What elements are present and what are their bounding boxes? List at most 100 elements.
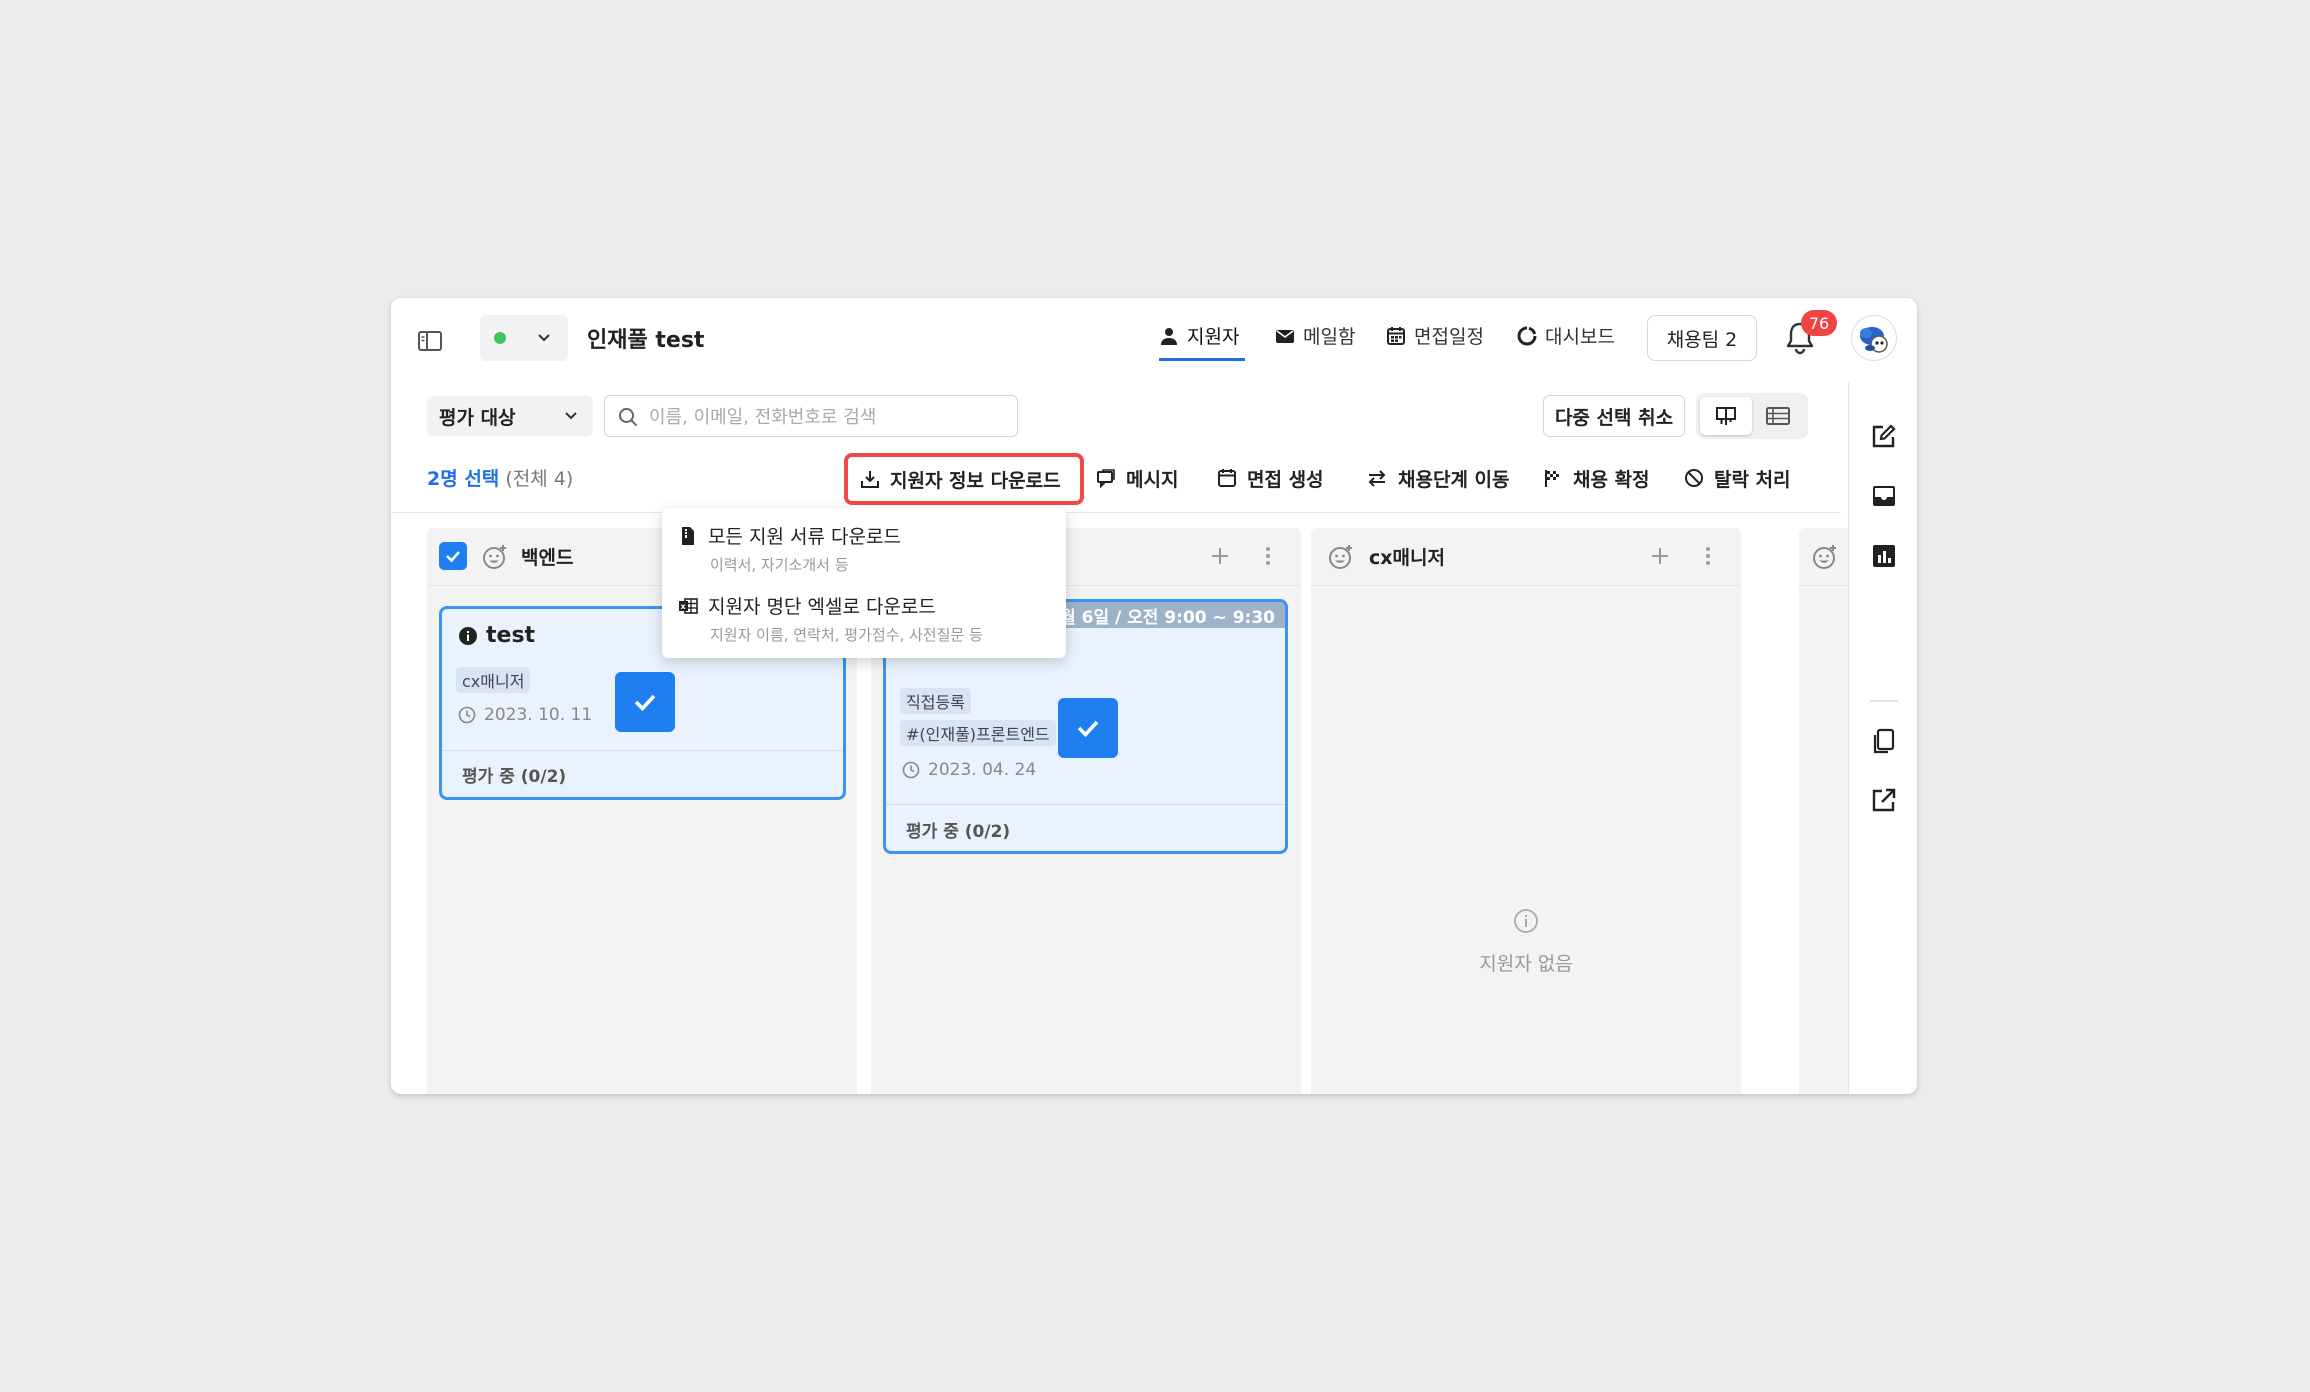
menu-item-title-text: 지원자 명단 엑셀로 다운로드: [708, 596, 936, 618]
inbox-icon[interactable]: [1870, 482, 1898, 510]
edit-icon[interactable]: [1870, 422, 1898, 450]
evaluation-status: 평가 중 (0/2): [886, 804, 1285, 851]
list-view-button[interactable]: [1752, 397, 1804, 435]
check-icon: [446, 551, 460, 563]
search-box: [604, 395, 1018, 437]
menu-item-subtitle: 지원자 이름, 연락처, 평가점수, 사전질문 등: [710, 626, 983, 644]
column-title: cx매니저: [1369, 547, 1445, 569]
rail-divider: [1870, 700, 1898, 702]
chart-icon[interactable]: [1870, 542, 1898, 570]
download-label: 지원자 정보 다운로드: [890, 469, 1061, 492]
mail-icon: [1276, 329, 1294, 343]
flag-icon: [1545, 470, 1559, 487]
card-selected-checkbox[interactable]: [615, 672, 675, 732]
create-interview-button[interactable]: 면접 생성: [1217, 461, 1324, 495]
info-outline-icon: [1311, 908, 1741, 939]
card-selected-checkbox[interactable]: [1058, 698, 1118, 758]
confirm-hire-label: 채용 확정: [1573, 468, 1650, 491]
filter-select[interactable]: 평가 대상: [427, 396, 593, 436]
plus-icon[interactable]: [1207, 543, 1233, 573]
menu-item-download-all-docs[interactable]: 모든 지원 서류 다운로드 이력서, 자기소개서 등: [678, 522, 1058, 574]
drop-label: 탈락 처리: [1714, 468, 1791, 491]
menu-item-title: 모든 지원 서류 다운로드: [678, 522, 901, 549]
list-view-icon: [1766, 407, 1790, 425]
applicant-name: test: [458, 623, 535, 648]
applicant-date: 2023. 04. 24: [902, 760, 1036, 780]
applicant-name-text: test: [486, 623, 536, 648]
external-link-icon[interactable]: [1870, 786, 1898, 814]
message-button[interactable]: 메시지: [1096, 461, 1178, 495]
create-interview-label: 면접 생성: [1247, 468, 1324, 491]
column-header: cx매니저: [1311, 528, 1741, 586]
selection-count: 2명 선택 (전체 4): [427, 464, 573, 491]
move-stage-button[interactable]: 채용단계 이동: [1366, 461, 1510, 495]
board-view-button[interactable]: [1700, 397, 1752, 435]
search-icon: [617, 406, 639, 432]
swap-arrows-icon: [1368, 470, 1386, 487]
sidebar-toggle-icon[interactable]: [417, 328, 443, 354]
clock-icon: [902, 761, 920, 779]
person-icon: [1161, 327, 1177, 345]
filter-value: 평가 대상: [439, 406, 516, 429]
applicant-download-button[interactable]: 지원자 정보 다운로드: [844, 453, 1084, 505]
calendar-icon: [1387, 326, 1405, 345]
calendar-icon: [1218, 469, 1236, 487]
applicant-date-text: 2023. 10. 11: [484, 705, 593, 725]
total-count: (전체 4): [505, 468, 574, 490]
document-icon: [682, 526, 694, 545]
chevron-down-icon: [534, 328, 554, 352]
check-icon: [1077, 720, 1099, 738]
info-icon: [459, 626, 477, 645]
ban-icon: [1685, 469, 1703, 487]
menu-item-title-text: 모든 지원 서류 다운로드: [708, 526, 901, 548]
status-dropdown[interactable]: [480, 315, 568, 361]
move-stage-label: 채용단계 이동: [1398, 468, 1510, 491]
applicant-tag: 직접등록: [900, 688, 971, 714]
column-title: 백엔드: [521, 547, 574, 569]
right-rail: [1848, 382, 1917, 1094]
tab-applicants[interactable]: 지원자: [1159, 322, 1239, 349]
reaction-icon[interactable]: [1327, 543, 1355, 575]
view-toggle: [1696, 393, 1808, 439]
applicant-tag: cx매니저: [456, 667, 531, 693]
drop-button[interactable]: 탈락 처리: [1684, 461, 1791, 495]
tab-mailbox[interactable]: 메일함: [1275, 322, 1355, 349]
tab-dashboard[interactable]: 대시보드: [1517, 322, 1615, 349]
column-select-checkbox[interactable]: [439, 542, 467, 570]
tab-interviews[interactable]: 면접일정: [1386, 322, 1484, 349]
excel-icon: x: [679, 597, 698, 614]
plus-icon[interactable]: [1647, 543, 1673, 573]
empty-state-text: 지원자 없음: [1479, 953, 1573, 975]
applicant-tag: #(인재풀)프론트엔드: [900, 720, 1056, 746]
download-icon: [861, 471, 879, 488]
check-icon: [634, 694, 656, 712]
search-input[interactable]: [649, 404, 999, 430]
applicant-date-text: 2023. 04. 24: [928, 760, 1037, 780]
team-button[interactable]: 채용팀 2: [1647, 315, 1757, 361]
message-label: 메시지: [1126, 468, 1179, 491]
confirm-hire-button[interactable]: 채용 확정: [1543, 461, 1650, 495]
tab-label: 지원자: [1187, 326, 1240, 348]
evaluation-status: 평가 중 (0/2): [442, 750, 843, 797]
copy-icon[interactable]: [1870, 727, 1898, 755]
board-view-icon: [1716, 407, 1736, 425]
more-vertical-icon[interactable]: [1255, 543, 1281, 573]
menu-item-subtitle: 이력서, 자기소개서 등: [710, 556, 849, 574]
avatar[interactable]: [1851, 315, 1897, 361]
tab-label: 면접일정: [1414, 326, 1484, 348]
reaction-icon[interactable]: [481, 543, 509, 575]
menu-item-download-excel[interactable]: x 지원자 명단 엑셀로 다운로드 지원자 이름, 연락처, 평가점수, 사전질…: [678, 592, 1058, 644]
page-title: 인재풀 test: [587, 328, 705, 353]
multi-select-cancel-button[interactable]: 다중 선택 취소: [1543, 395, 1685, 437]
more-vertical-icon[interactable]: [1695, 543, 1721, 573]
tab-label: 메일함: [1303, 326, 1356, 348]
active-tab-indicator: [1159, 358, 1245, 361]
menu-item-title: x 지원자 명단 엑셀로 다운로드: [678, 592, 936, 619]
reaction-icon[interactable]: [1811, 543, 1839, 575]
status-dot: [494, 332, 506, 344]
dashboard-icon: [1517, 326, 1537, 345]
download-highlight: 지원자 정보 다운로드: [844, 453, 1084, 505]
toolbar-divider: [391, 512, 1841, 513]
selected-count: 2명 선택: [427, 468, 500, 490]
notification-badge: 76: [1801, 310, 1837, 336]
